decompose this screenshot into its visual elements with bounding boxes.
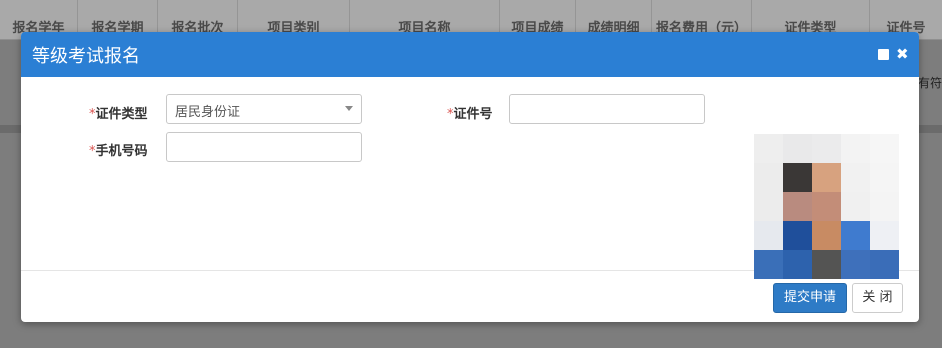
dialog-footer: 提交申请 关 闭 (21, 271, 919, 322)
id-type-select[interactable]: 居民身份证 (166, 94, 362, 124)
dialog-title: 等级考试报名 (32, 46, 140, 67)
id-type-selected-value: 居民身份证 (175, 105, 241, 120)
exam-registration-dialog: 等级考试报名 ✖ *证件类型 居民身份证 *证件号 *手机号码 提交申请 关 闭 (21, 32, 919, 322)
close-button[interactable]: 关 闭 (852, 283, 903, 313)
id-type-label: *证件类型 (89, 103, 148, 122)
applicant-photo (754, 134, 899, 279)
id-number-label: *证件号 (447, 103, 493, 122)
maximize-icon[interactable] (878, 49, 889, 60)
dialog-header: 等级考试报名 ✖ (21, 32, 919, 77)
submit-application-button[interactable]: 提交申请 (773, 283, 847, 313)
id-number-input[interactable] (509, 94, 705, 124)
close-icon[interactable]: ✖ (896, 46, 909, 62)
id-number-label-text: 证件号 (453, 107, 493, 122)
dropdown-caret-icon (345, 106, 353, 111)
phone-label-text: 手机号码 (95, 144, 148, 159)
dialog-body: *证件类型 居民身份证 *证件号 *手机号码 (21, 77, 919, 279)
bg-overflow-text: 有符 (917, 76, 942, 90)
phone-label: *手机号码 (89, 140, 148, 159)
phone-input[interactable] (166, 132, 362, 162)
id-type-label-text: 证件类型 (95, 107, 148, 122)
